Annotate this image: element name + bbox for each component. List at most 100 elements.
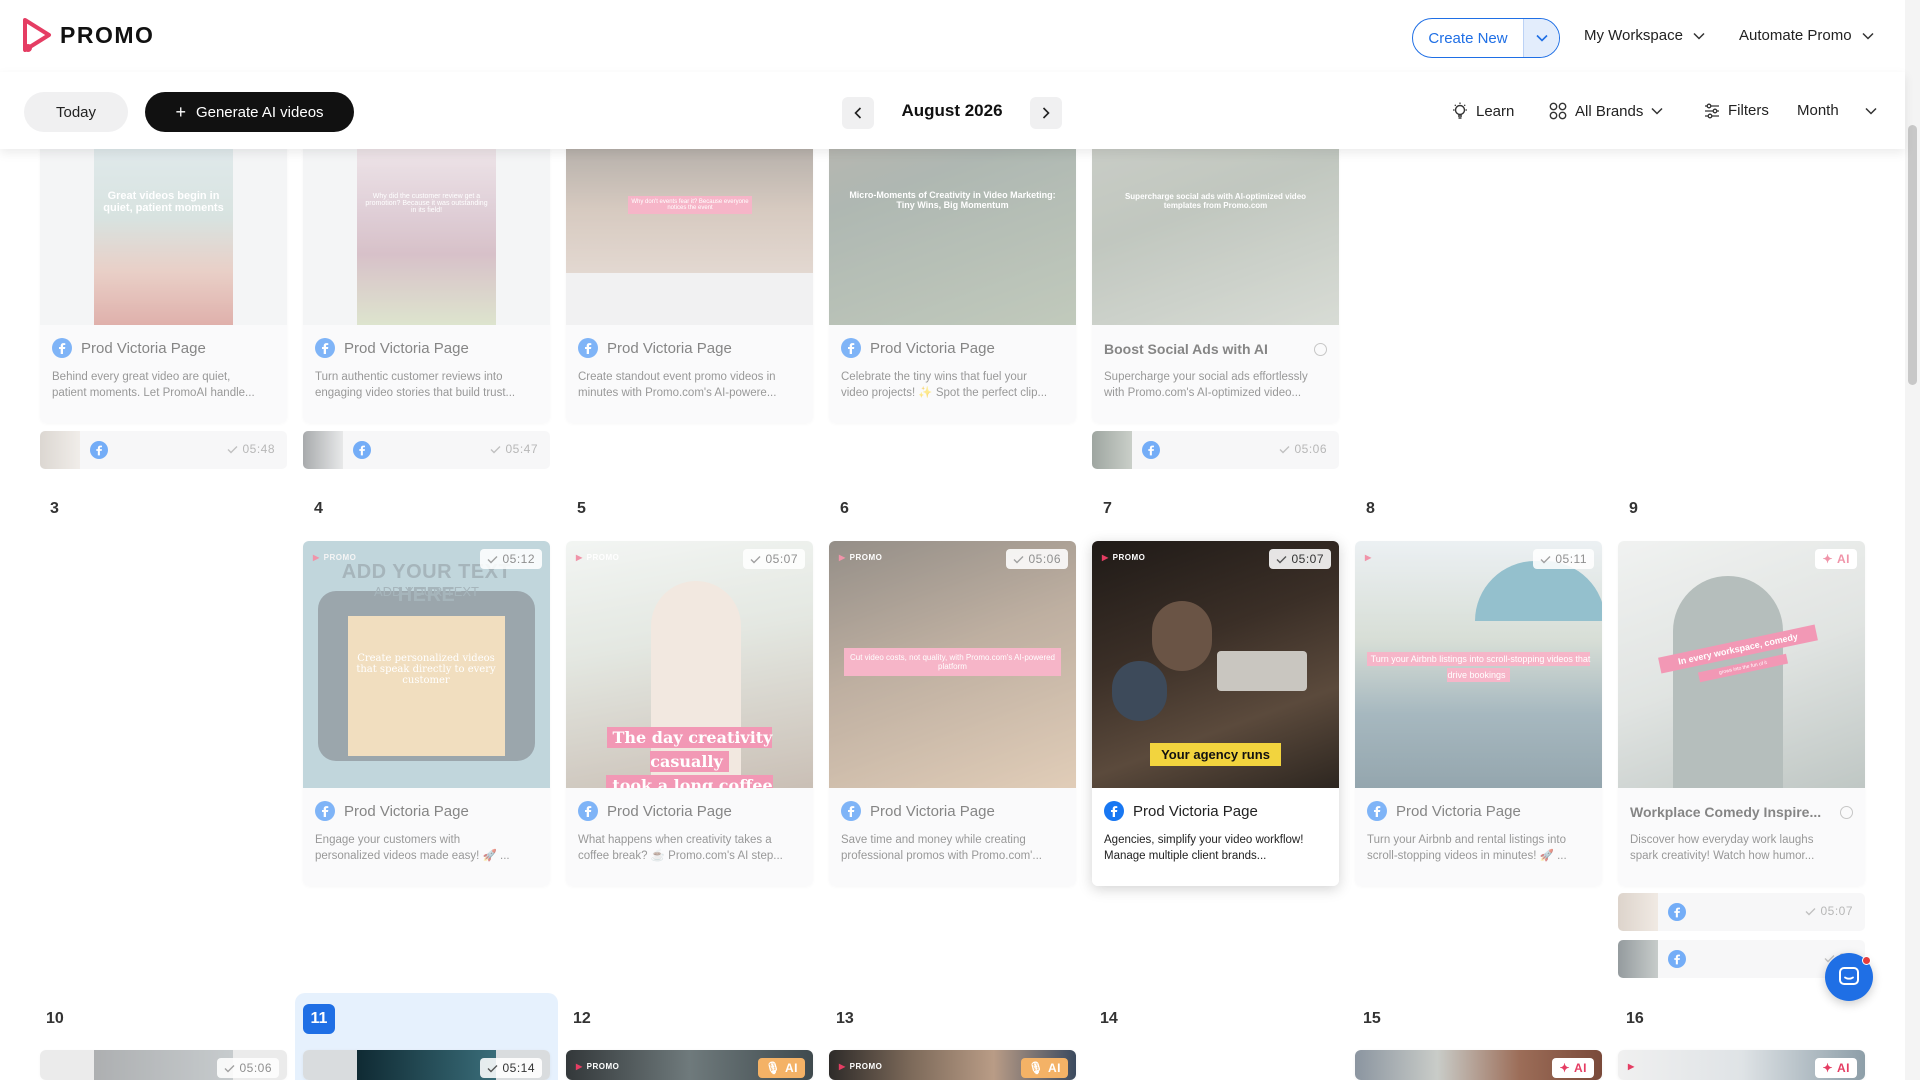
scheduled-post-row[interactable]: 05:47 bbox=[303, 431, 550, 469]
day-number[interactable]: 16 bbox=[1626, 1010, 1644, 1028]
plus-icon: + bbox=[175, 102, 186, 122]
day-number[interactable]: 8 bbox=[1366, 500, 1375, 518]
card-body: Prod Victoria Page Behind every great vi… bbox=[40, 325, 287, 423]
today-day-number[interactable]: 11 bbox=[303, 1004, 335, 1034]
video-thumbnail: The day creativity casually took a long … bbox=[566, 541, 813, 788]
view-mode-dropdown[interactable]: Month bbox=[1797, 102, 1877, 119]
promo-logo-icon bbox=[23, 18, 51, 52]
facebook-icon bbox=[841, 338, 861, 358]
video-card[interactable]: Turn your Airbnb listings into scroll-st… bbox=[1355, 541, 1602, 886]
previous-month-button[interactable] bbox=[842, 97, 874, 129]
video-card[interactable]: Cut video costs, not quality, with Promo… bbox=[829, 541, 1076, 886]
video-card[interactable]: ▶ ✦ AI bbox=[1618, 1050, 1865, 1080]
day-number[interactable]: 13 bbox=[836, 1010, 854, 1028]
video-caption: ADD YOUR TEXT bbox=[374, 584, 479, 599]
card-description: Celebrate the tiny wins that fuel your vi… bbox=[841, 371, 1048, 399]
day-number[interactable]: 6 bbox=[840, 500, 849, 518]
filters-button[interactable]: Filters bbox=[1704, 102, 1769, 119]
video-caption: Turn your Airbnb listings into scroll-st… bbox=[1365, 651, 1592, 683]
video-card[interactable]: 05:06 bbox=[40, 1050, 287, 1080]
post-thumbnail bbox=[1618, 893, 1658, 931]
check-icon bbox=[1276, 555, 1287, 563]
time-badge: 05:07 bbox=[743, 549, 805, 569]
sparkle-icon: ✦ bbox=[1822, 552, 1833, 566]
video-card[interactable]: Your agency runs ▶ PROMO 05:07 Prod Victo… bbox=[1092, 541, 1339, 886]
page-row: Prod Victoria Page bbox=[52, 338, 206, 358]
card-body: Prod Victoria Page Save time and money w… bbox=[829, 788, 1076, 886]
automate-promo-menu[interactable]: Automate Promo bbox=[1739, 27, 1874, 44]
facebook-icon bbox=[578, 801, 598, 821]
top-navigation-bar: PROMO Create New My Workspace Automate P… bbox=[0, 0, 1905, 72]
time-badge: 05:06 bbox=[1006, 549, 1068, 569]
video-caption: Micro-Moments of Creativity in Video Mar… bbox=[849, 190, 1056, 210]
today-button[interactable]: Today bbox=[24, 92, 128, 132]
sparkle-icon: ✦ bbox=[1822, 1061, 1833, 1075]
facebook-icon bbox=[1142, 441, 1160, 459]
brand-name: PROMO bbox=[60, 21, 155, 48]
create-new-dropdown-button[interactable] bbox=[1523, 19, 1559, 57]
card-title: Workplace Comedy Inspire... bbox=[1630, 804, 1822, 820]
info-icon[interactable] bbox=[1840, 806, 1853, 819]
video-card[interactable]: 05:14 bbox=[303, 1050, 550, 1080]
brands-label: All Brands bbox=[1575, 102, 1644, 120]
scheduled-post-row[interactable]: 05:48 bbox=[40, 431, 287, 469]
day-number[interactable]: 3 bbox=[50, 500, 59, 518]
video-card[interactable]: ▶ PROMO 🎙 AI bbox=[829, 1050, 1076, 1080]
video-caption: Why did the customer review get a promot… bbox=[365, 193, 488, 214]
video-card[interactable]: ▶ PROMO 🎙 AI bbox=[566, 1050, 813, 1080]
sliders-icon bbox=[1705, 103, 1719, 118]
notification-dot bbox=[1862, 956, 1871, 965]
day-number[interactable]: 12 bbox=[573, 1010, 591, 1028]
chevron-down-icon bbox=[1862, 32, 1874, 40]
check-icon bbox=[487, 555, 498, 563]
next-month-button[interactable] bbox=[1030, 97, 1062, 129]
page-row: Prod Victoria Page bbox=[578, 801, 732, 821]
support-chat-button[interactable] bbox=[1825, 953, 1873, 1001]
video-card[interactable]: The day creativity casually took a long … bbox=[566, 541, 813, 886]
card-description: Discover how everyday work laughs spark c… bbox=[1630, 834, 1815, 862]
automate-label: Automate Promo bbox=[1739, 27, 1852, 44]
create-new-button[interactable]: Create New bbox=[1413, 19, 1523, 57]
generate-label: Generate AI videos bbox=[195, 103, 324, 121]
day-number[interactable]: 4 bbox=[314, 500, 323, 518]
check-icon bbox=[490, 445, 501, 453]
lightbulb-icon bbox=[1453, 102, 1467, 119]
day-number[interactable]: 9 bbox=[1629, 500, 1638, 518]
card-body: Prod Victoria Page Celebrate the tiny wi… bbox=[829, 325, 1076, 423]
promo-watermark: ▶ PROMO bbox=[576, 1062, 620, 1071]
info-icon[interactable] bbox=[1314, 343, 1327, 356]
video-thumbnail: Turn your Airbnb listings into scroll-st… bbox=[1355, 541, 1602, 788]
video-card[interactable]: ✦ AI bbox=[1355, 1050, 1602, 1080]
page-name: Prod Victoria Page bbox=[344, 339, 469, 357]
video-thumbnail: Your agency runs ▶ PROMO bbox=[1092, 541, 1339, 788]
day-number[interactable]: 10 bbox=[46, 1010, 64, 1028]
facebook-icon bbox=[353, 441, 371, 459]
promo-watermark: ▶ PROMO bbox=[576, 553, 620, 562]
facebook-icon bbox=[315, 801, 335, 821]
video-card[interactable]: In every workspace, comedy grows into th… bbox=[1618, 541, 1865, 886]
check-icon bbox=[750, 555, 761, 563]
day-number[interactable]: 5 bbox=[577, 500, 586, 518]
create-new-split-button: Create New bbox=[1412, 18, 1560, 58]
scheduled-post-row[interactable]: 05:07 bbox=[1618, 893, 1865, 931]
page-row: Prod Victoria Page bbox=[315, 801, 469, 821]
day-number[interactable]: 14 bbox=[1100, 1010, 1118, 1028]
video-card[interactable]: ADD YOUR TEXT HERE ADD YOUR TEXT Create … bbox=[303, 541, 550, 886]
ai-badge: ✦ AI bbox=[1815, 1058, 1857, 1078]
generate-ai-videos-button[interactable]: + Generate AI videos bbox=[145, 92, 354, 132]
page-row: Prod Victoria Page bbox=[578, 338, 732, 358]
video-caption: The day creativity casually took a long … bbox=[576, 726, 803, 788]
facebook-icon bbox=[1668, 903, 1686, 921]
check-icon bbox=[487, 1064, 498, 1072]
scrollbar-thumb[interactable] bbox=[1908, 125, 1917, 385]
learn-button[interactable]: Learn bbox=[1452, 102, 1514, 120]
chevron-down-icon bbox=[1535, 34, 1548, 42]
promo-logo[interactable]: PROMO bbox=[22, 18, 154, 52]
day-number[interactable]: 7 bbox=[1103, 500, 1112, 518]
day-number[interactable]: 15 bbox=[1363, 1010, 1381, 1028]
grid-icon bbox=[1549, 102, 1567, 120]
workspace-menu[interactable]: My Workspace bbox=[1584, 27, 1705, 44]
brands-filter-dropdown[interactable]: All Brands bbox=[1549, 102, 1663, 120]
scheduled-post-row[interactable]: 05:06 bbox=[1092, 431, 1339, 469]
page-row: Prod Victoria Page bbox=[315, 338, 469, 358]
